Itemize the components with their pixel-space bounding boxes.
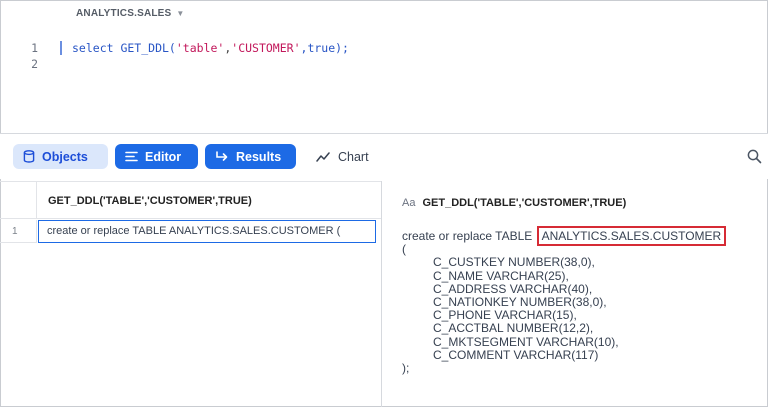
objects-label: Objects <box>42 149 88 164</box>
table-row[interactable]: 1 create or replace TABLE ANALYTICS.SALE… <box>0 220 382 243</box>
code-line: 2 <box>0 56 768 72</box>
results-toolbar: Objects Editor Results Chart <box>0 133 768 179</box>
ddl-column: C_NAME VARCHAR(25), <box>433 268 569 283</box>
results-button[interactable]: Results <box>205 144 296 169</box>
highlighted-table-name: ANALYTICS.SALES.CUSTOMER <box>536 226 727 246</box>
ddl-column: C_COMMENT VARCHAR(117) <box>433 347 599 362</box>
cell-detail-pane: Aa GET_DDL('TABLE','CUSTOMER',TRUE) crea… <box>382 181 768 407</box>
chevron-down-icon: ▼ <box>176 9 185 18</box>
ddl-line: create or replace TABLE ANALYTICS.SALES.… <box>402 226 727 246</box>
database-icon <box>23 150 35 163</box>
row-number-header <box>0 182 37 219</box>
line-number: 2 <box>31 57 38 71</box>
sql-statement: select GET_DDL('table','CUSTOMER',true); <box>72 41 349 55</box>
detail-header: Aa GET_DDL('TABLE','CUSTOMER',TRUE) <box>402 197 626 209</box>
chart-label: Chart <box>338 149 369 164</box>
line-number: 1 <box>31 41 38 55</box>
code-editor[interactable]: 1 select GET_DDL('table','CUSTOMER',true… <box>0 40 768 72</box>
search-icon[interactable] <box>747 149 762 169</box>
results-grid: GET_DDL('TABLE','CUSTOMER',TRUE) 1 creat… <box>0 181 382 407</box>
selected-cell[interactable]: create or replace TABLE ANALYTICS.SALES.… <box>38 220 376 243</box>
ddl-column: C_ACCTBAL NUMBER(12,2), <box>433 321 594 336</box>
chart-button[interactable]: Chart <box>306 144 386 169</box>
detail-title: GET_DDL('TABLE','CUSTOMER',TRUE) <box>422 197 627 209</box>
editor-label: Editor <box>145 149 182 164</box>
ddl-line: ); <box>402 361 410 376</box>
ddl-column: C_MKTSEGMENT VARCHAR(10), <box>433 334 619 349</box>
context-selector[interactable]: ANALYTICS.SALES ▼ <box>76 8 185 19</box>
trend-line-icon <box>316 151 331 162</box>
ddl-text[interactable]: create or replace TABLE ANALYTICS.SALES.… <box>402 226 727 376</box>
lines-icon <box>125 151 138 162</box>
results-label: Results <box>236 149 282 164</box>
return-arrow-icon <box>215 150 229 163</box>
context-label: ANALYTICS.SALES <box>76 8 172 19</box>
grid-header: GET_DDL('TABLE','CUSTOMER',TRUE) <box>0 182 382 219</box>
column-header[interactable]: GET_DDL('TABLE','CUSTOMER',TRUE) <box>48 195 252 207</box>
text-type-icon: Aa <box>402 197 416 209</box>
row-number: 1 <box>0 220 37 243</box>
code-line: 1 select GET_DDL('table','CUSTOMER',true… <box>0 40 768 56</box>
active-line-marker <box>60 41 62 55</box>
ddl-column: C_CUSTKEY NUMBER(38,0), <box>433 255 595 270</box>
objects-button[interactable]: Objects <box>13 144 108 169</box>
editor-button[interactable]: Editor <box>115 144 198 169</box>
